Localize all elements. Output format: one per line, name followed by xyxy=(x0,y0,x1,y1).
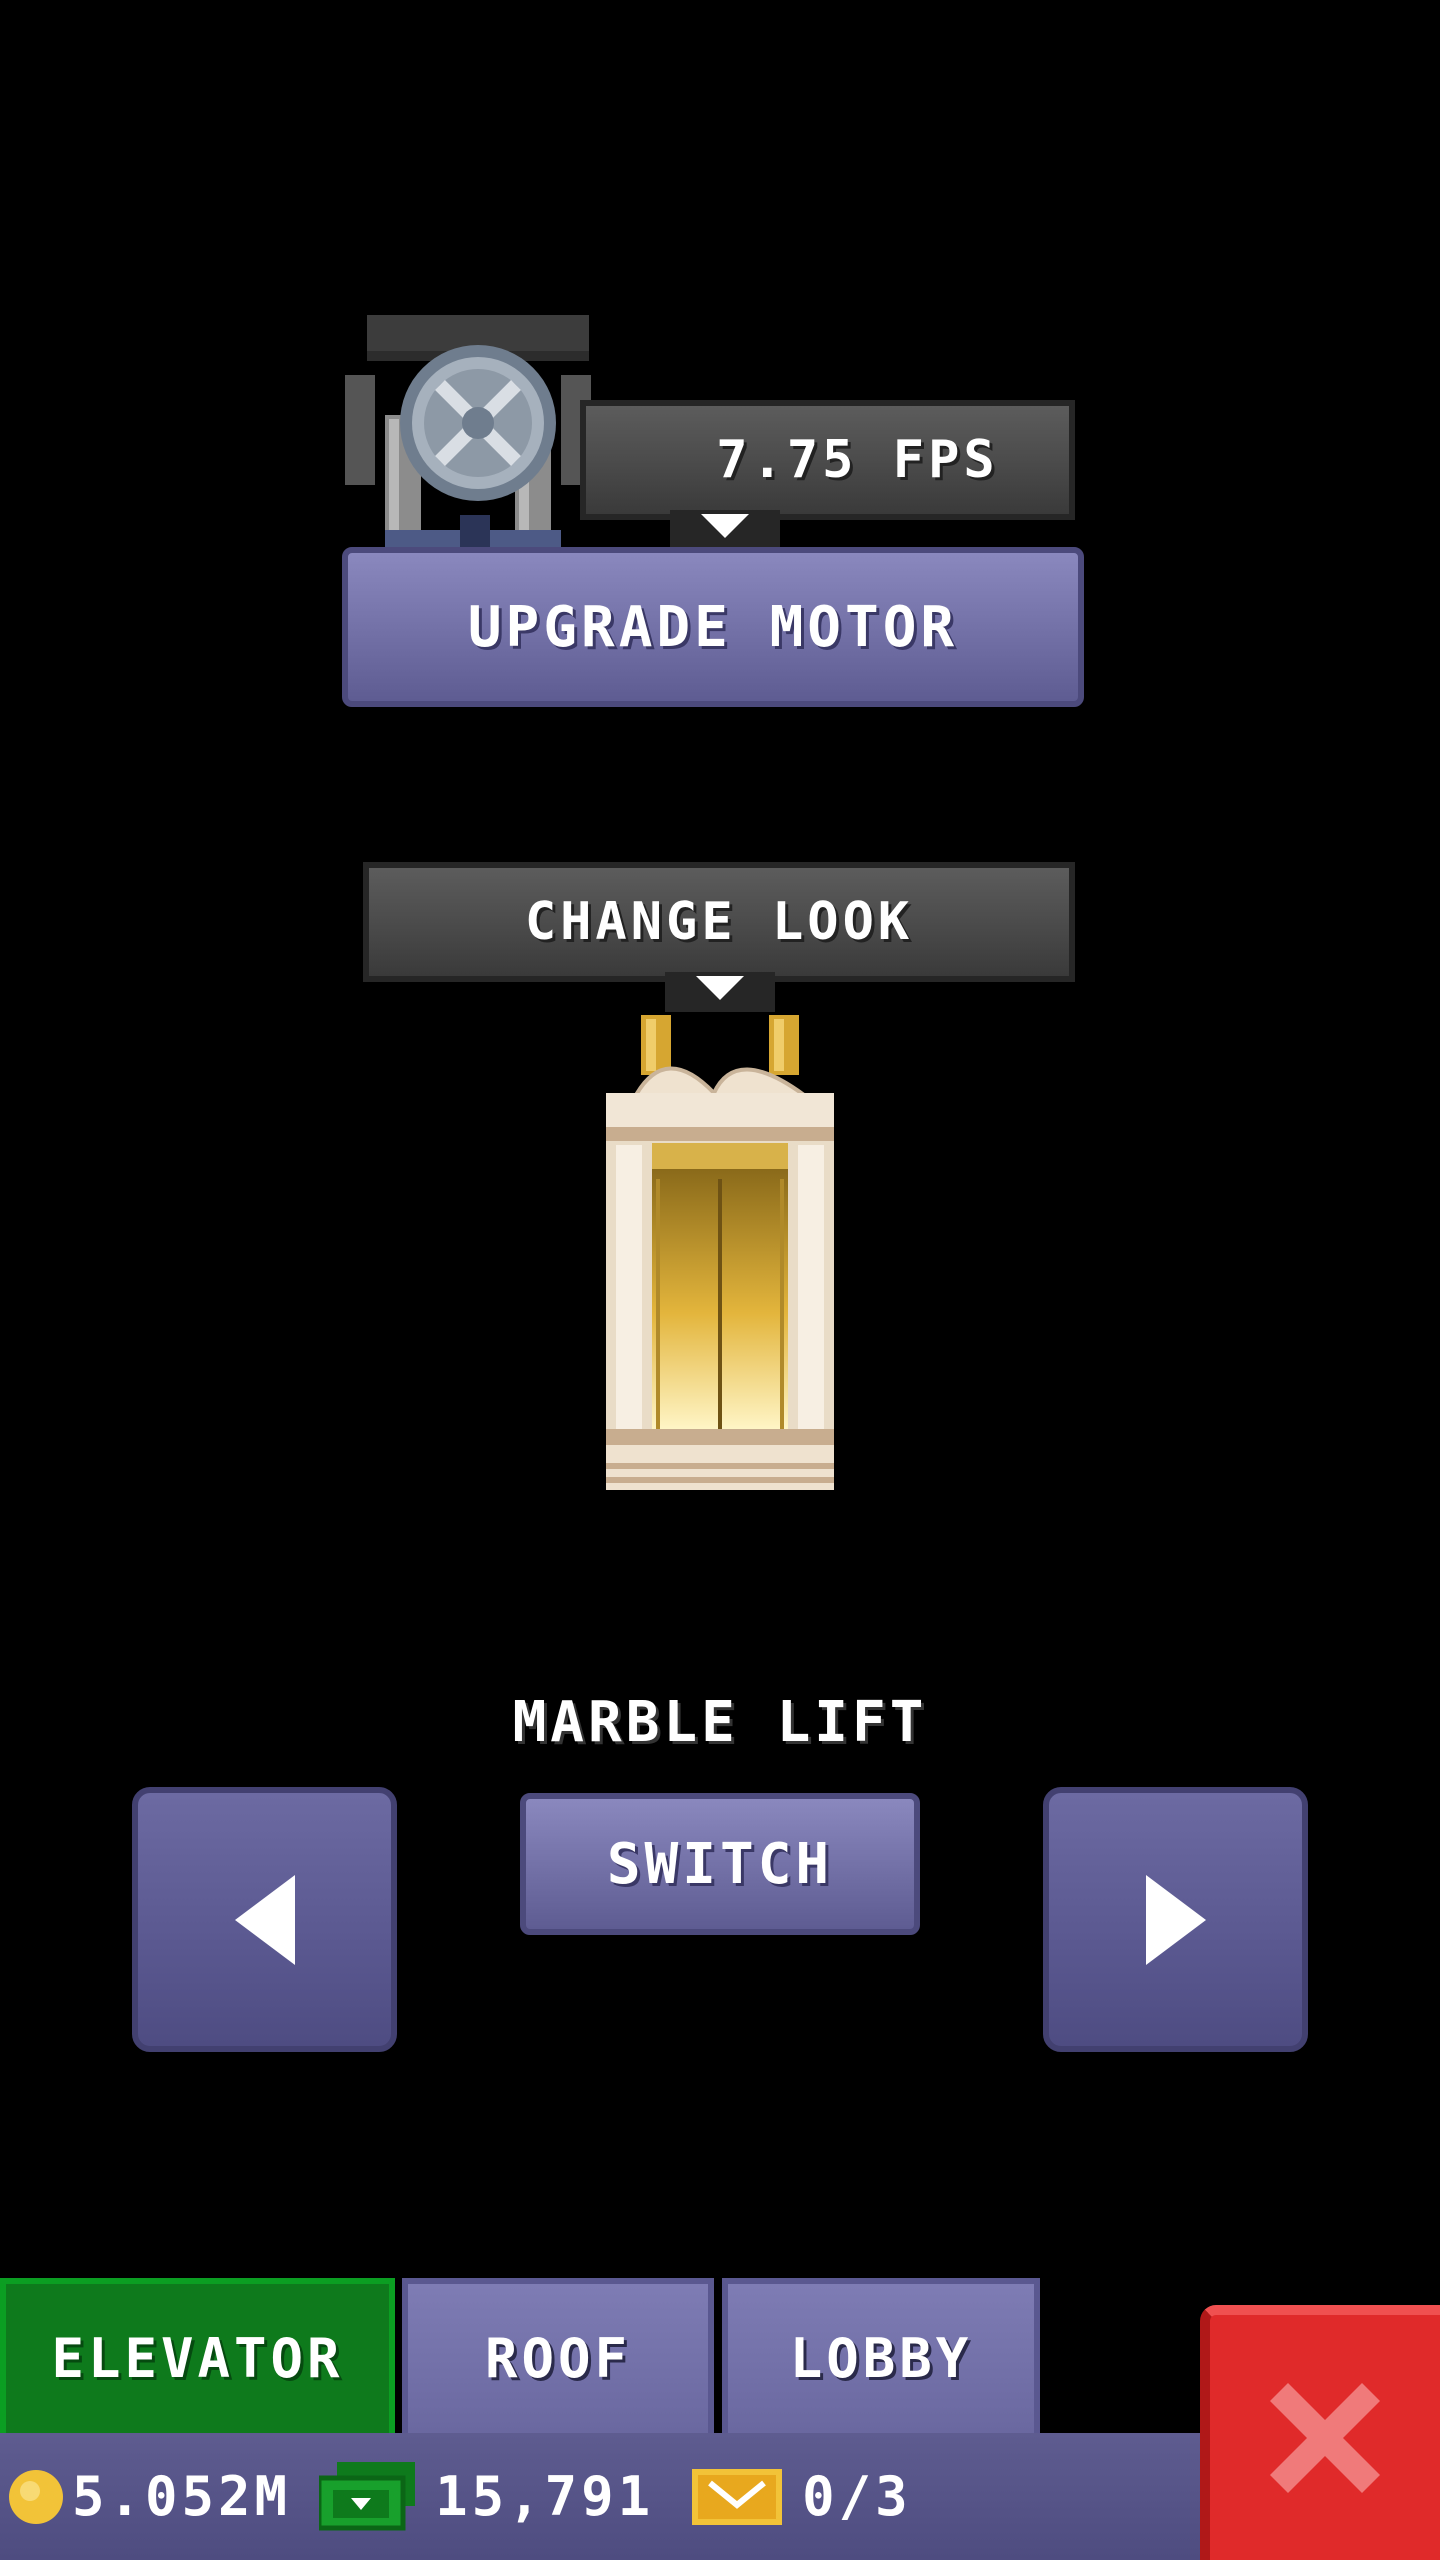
speed-pointer xyxy=(670,510,780,550)
tab-elevator-label: ELEVATOR xyxy=(51,2327,344,2390)
currency-status-bar: 5.052M 15,791 0/3 xyxy=(0,2433,1200,2560)
switch-button[interactable]: SWITCH xyxy=(520,1793,920,1935)
pointer-down-icon xyxy=(701,514,749,538)
marble-elevator-car xyxy=(606,1015,834,1490)
tickets-value: 0/3 xyxy=(802,2465,912,2528)
close-button[interactable] xyxy=(1200,2305,1440,2560)
arrow-right-icon xyxy=(1145,1874,1206,1965)
tab-roof[interactable]: ROOF xyxy=(402,2278,714,2433)
close-x-icon xyxy=(1270,2382,1380,2493)
coins-value: 5.052M xyxy=(72,2465,292,2528)
bux-value: 15,791 xyxy=(435,2465,655,2528)
change-look-label: CHANGE LOOK xyxy=(524,892,914,952)
previous-look-button[interactable] xyxy=(132,1787,397,2052)
motor-wheel-icon xyxy=(345,315,591,555)
upgrade-motor-label: UPGRADE MOTOR xyxy=(467,594,959,660)
motor-speed-label: 7.75 FPS xyxy=(716,430,999,490)
change-look-header: CHANGE LOOK xyxy=(363,862,1075,982)
motor-panel: 7.75 FPS UPGRADE MOTOR xyxy=(342,315,1085,715)
tab-lobby-label: LOBBY xyxy=(789,2327,973,2390)
next-look-button[interactable] xyxy=(1043,1787,1308,2052)
current-look-name: MARBLE LIFT xyxy=(512,1690,928,1755)
tab-roof-label: ROOF xyxy=(484,2327,632,2390)
tab-elevator[interactable]: ELEVATOR xyxy=(0,2278,395,2433)
cash-icon xyxy=(319,2461,416,2530)
coin-icon xyxy=(9,2469,63,2524)
arrow-left-icon xyxy=(234,1874,295,1965)
switch-label: SWITCH xyxy=(606,1831,834,1897)
tab-lobby[interactable]: LOBBY xyxy=(722,2278,1040,2433)
upgrade-motor-button[interactable]: UPGRADE MOTOR xyxy=(342,547,1084,707)
motor-speed-display: 7.75 FPS xyxy=(580,400,1075,520)
look-pointer xyxy=(665,972,775,1012)
ticket-icon xyxy=(692,2468,783,2525)
pointer-down-icon xyxy=(696,976,744,1000)
